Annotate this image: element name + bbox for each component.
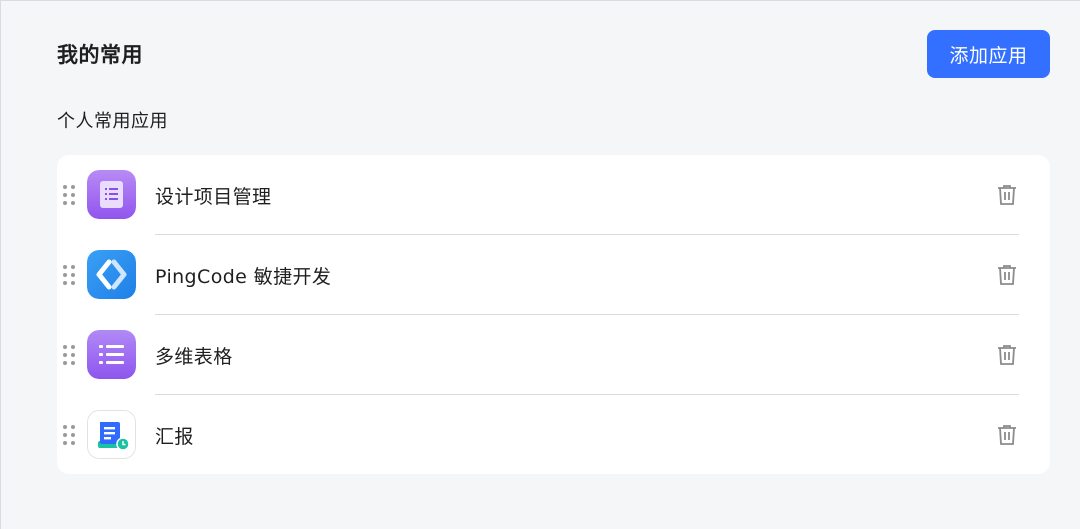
section-title: 个人常用应用	[57, 111, 168, 132]
delete-icon[interactable]	[995, 343, 1019, 367]
settings-panel: 我的常用 添加应用 个人常用应用 设计项目管理 PingCode 敏捷开发 多维…	[0, 0, 1080, 529]
drag-handle-icon[interactable]	[63, 425, 75, 445]
page-title: 我的常用	[57, 43, 143, 67]
app-list: 设计项目管理 PingCode 敏捷开发 多维表格 汇报	[57, 155, 1050, 474]
drag-handle-icon[interactable]	[63, 345, 75, 365]
delete-icon[interactable]	[995, 183, 1019, 207]
delete-icon[interactable]	[995, 263, 1019, 287]
app-list-item: 设计项目管理	[57, 155, 1050, 235]
report-icon	[87, 410, 136, 459]
drag-handle-icon[interactable]	[63, 265, 75, 285]
pingcode-icon	[87, 250, 136, 299]
app-name[interactable]: 多维表格	[155, 342, 233, 369]
app-name[interactable]: PingCode 敏捷开发	[155, 262, 331, 289]
app-name[interactable]: 汇报	[155, 422, 194, 449]
project-management-icon	[87, 170, 136, 219]
app-list-item: PingCode 敏捷开发	[57, 235, 1050, 315]
drag-handle-icon[interactable]	[63, 185, 75, 205]
multi-dimensional-table-icon	[87, 330, 136, 379]
app-name[interactable]: 设计项目管理	[155, 182, 271, 209]
delete-icon[interactable]	[995, 423, 1019, 447]
app-list-item: 多维表格	[57, 315, 1050, 395]
add-app-button[interactable]: 添加应用	[927, 30, 1050, 78]
app-list-item: 汇报	[57, 395, 1050, 475]
